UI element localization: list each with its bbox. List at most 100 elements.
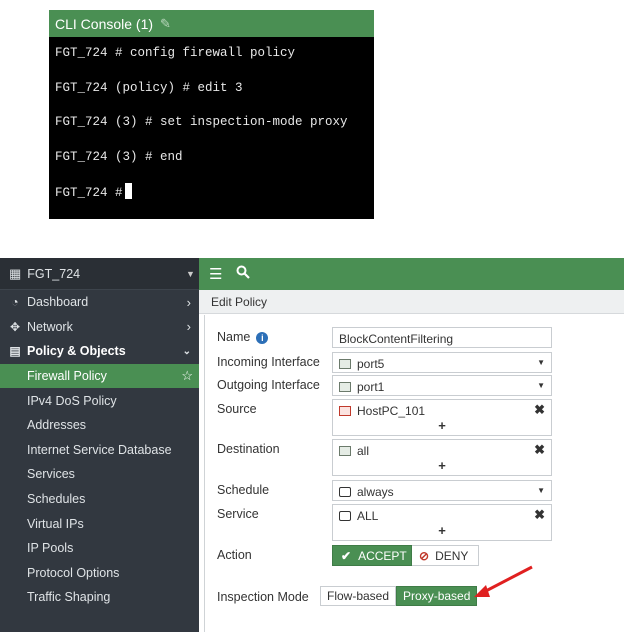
sidebar-item-protocol-options[interactable]: Protocol Options bbox=[0, 561, 199, 586]
chevron-right-icon: › bbox=[186, 319, 191, 335]
cli-line: FGT_724 # config firewall policy bbox=[55, 46, 296, 60]
source-value: HostPC_101 bbox=[357, 404, 426, 418]
sidebar-item-network[interactable]: ✥ Network › bbox=[0, 315, 199, 340]
remove-icon[interactable]: ✖ bbox=[534, 402, 545, 418]
sidebar-item-internet-service-database[interactable]: Internet Service Database bbox=[0, 438, 199, 463]
sidebar-item-ip-pools[interactable]: IP Pools bbox=[0, 536, 199, 561]
device-selector[interactable]: ▦ FGT_724 ▼ bbox=[0, 258, 199, 290]
sidebar-item-schedules[interactable]: Schedules bbox=[0, 487, 199, 512]
dropdown-arrow-icon: ▼ bbox=[537, 381, 545, 390]
proxy-based-button[interactable]: Proxy-based bbox=[396, 586, 478, 606]
sidebar-item-label: Dashboard bbox=[27, 295, 89, 310]
destination-value: all bbox=[357, 444, 370, 458]
sidebar-item-label: Addresses bbox=[27, 418, 87, 433]
schedule-icon bbox=[339, 487, 351, 497]
device-icon: ▦ bbox=[9, 265, 22, 281]
accept-label: ACCEPT bbox=[358, 548, 407, 563]
cursor bbox=[124, 183, 132, 199]
dropdown-arrow-icon: ▼ bbox=[537, 486, 545, 495]
deny-label: DENY bbox=[435, 548, 469, 563]
sidebar-item-dashboard[interactable]: ◔ Dashboard › bbox=[0, 290, 199, 315]
cli-output[interactable]: FGT_724 # config firewall policy FGT_724… bbox=[49, 37, 374, 218]
flow-based-button[interactable]: Flow-based bbox=[320, 586, 397, 606]
top-bar: ☰ bbox=[199, 258, 624, 290]
sidebar-item-traffic-shaping[interactable]: Traffic Shaping bbox=[0, 585, 199, 610]
deny-button[interactable]: ⊘ DENY bbox=[412, 545, 479, 566]
source-field[interactable]: HostPC_101 ✖ + bbox=[332, 399, 552, 436]
service-icon bbox=[339, 511, 351, 521]
device-name: FGT_724 bbox=[27, 266, 81, 281]
accept-button[interactable]: ✔ ACCEPT bbox=[332, 545, 412, 566]
edit-policy-form: Name i BlockContentFiltering Incoming Int… bbox=[204, 315, 624, 632]
outgoing-interface-select[interactable]: port1 ▼ bbox=[332, 375, 552, 396]
name-input[interactable]: BlockContentFiltering bbox=[332, 327, 552, 348]
cli-header: CLI Console (1) ✎ bbox=[49, 10, 374, 37]
name-label-text: Name bbox=[217, 330, 251, 344]
sidebar-item-firewall-policy[interactable]: Firewall Policy ☆ bbox=[0, 363, 199, 389]
sidebar: ▦ FGT_724 ▼ ◔ Dashboard › ✥ Network › ▤ … bbox=[0, 258, 199, 632]
sidebar-item-label: IP Pools bbox=[27, 541, 74, 556]
schedule-value: always bbox=[357, 485, 394, 499]
address-icon bbox=[339, 446, 351, 456]
info-icon[interactable]: i bbox=[256, 332, 269, 344]
remove-icon[interactable]: ✖ bbox=[534, 442, 545, 458]
chevron-right-icon: › bbox=[186, 294, 191, 310]
name-label: Name i bbox=[217, 330, 269, 344]
sidebar-item-policy-objects[interactable]: ▤ Policy & Objects ⌄ bbox=[0, 339, 199, 364]
search-icon[interactable] bbox=[236, 265, 251, 283]
port-icon bbox=[339, 359, 351, 369]
hamburger-icon[interactable]: ☰ bbox=[209, 265, 222, 283]
incoming-interface-label: Incoming Interface bbox=[217, 355, 320, 369]
schedule-select[interactable]: always ▼ bbox=[332, 480, 552, 501]
chevron-down-icon: ▼ bbox=[186, 268, 195, 279]
chevron-down-icon: ⌄ bbox=[182, 345, 191, 357]
dashboard-icon: ◔ bbox=[11, 295, 19, 310]
dropdown-arrow-icon: ▼ bbox=[537, 358, 545, 367]
sidebar-item-addresses[interactable]: Addresses bbox=[0, 413, 199, 438]
sidebar-item-label: Virtual IPs bbox=[27, 516, 84, 531]
sidebar-item-label: IPv4 DoS Policy bbox=[27, 393, 117, 408]
incoming-interface-select[interactable]: port5 ▼ bbox=[332, 352, 552, 373]
outgoing-interface-label: Outgoing Interface bbox=[217, 378, 320, 392]
inspection-mode-toggle: Flow-based Proxy-based bbox=[320, 586, 478, 606]
service-field[interactable]: ALL ✖ + bbox=[332, 504, 552, 541]
add-icon[interactable]: + bbox=[333, 523, 551, 538]
cli-line: FGT_724 (policy) # edit 3 bbox=[55, 80, 243, 95]
service-value: ALL bbox=[357, 509, 379, 523]
schedule-label: Schedule bbox=[217, 483, 270, 497]
cli-line: FGT_724 (3) # set inspection-mode proxy bbox=[55, 115, 348, 129]
cli-title: CLI Console (1) bbox=[55, 15, 154, 32]
destination-label: Destination bbox=[217, 442, 280, 456]
inspection-mode-label: Inspection Mode bbox=[217, 590, 309, 604]
action-toggle: ✔ ACCEPT ⊘ DENY bbox=[332, 545, 479, 566]
name-value: BlockContentFiltering bbox=[339, 332, 454, 346]
sidebar-item-ipv4-dos-policy[interactable]: IPv4 DoS Policy bbox=[0, 388, 199, 413]
check-icon: ✔ bbox=[341, 548, 352, 563]
pencil-icon[interactable]: ✎ bbox=[160, 16, 171, 32]
add-icon[interactable]: + bbox=[333, 458, 551, 473]
sidebar-item-label: Schedules bbox=[27, 492, 86, 507]
service-label: Service bbox=[217, 507, 259, 521]
port-icon bbox=[339, 382, 351, 392]
annotation-arrow-icon bbox=[474, 565, 533, 597]
cli-prompt: FGT_724 # bbox=[55, 186, 123, 200]
sidebar-item-services[interactable]: Services bbox=[0, 462, 199, 487]
host-icon bbox=[339, 406, 351, 416]
cli-line: FGT_724 (3) # end bbox=[55, 149, 183, 164]
source-label: Source bbox=[217, 402, 257, 416]
destination-field[interactable]: all ✖ + bbox=[332, 439, 552, 476]
breadcrumb: Edit Policy bbox=[199, 290, 624, 314]
sidebar-item-label: Internet Service Database bbox=[27, 442, 172, 457]
network-icon: ✥ bbox=[9, 319, 21, 334]
outgoing-value: port1 bbox=[357, 380, 385, 394]
remove-icon[interactable]: ✖ bbox=[534, 507, 545, 523]
add-icon[interactable]: + bbox=[333, 418, 551, 433]
cli-prompt-line: FGT_724 # bbox=[55, 183, 374, 218]
sidebar-item-label: Firewall Policy bbox=[27, 369, 107, 384]
deny-icon: ⊘ bbox=[419, 548, 430, 563]
star-icon[interactable]: ☆ bbox=[181, 368, 193, 384]
sidebar-item-label: Policy & Objects bbox=[27, 344, 126, 359]
sidebar-item-label: Traffic Shaping bbox=[27, 590, 111, 605]
sidebar-item-virtual-ips[interactable]: Virtual IPs bbox=[0, 511, 199, 536]
cli-console: CLI Console (1) ✎ FGT_724 # config firew… bbox=[49, 10, 374, 219]
